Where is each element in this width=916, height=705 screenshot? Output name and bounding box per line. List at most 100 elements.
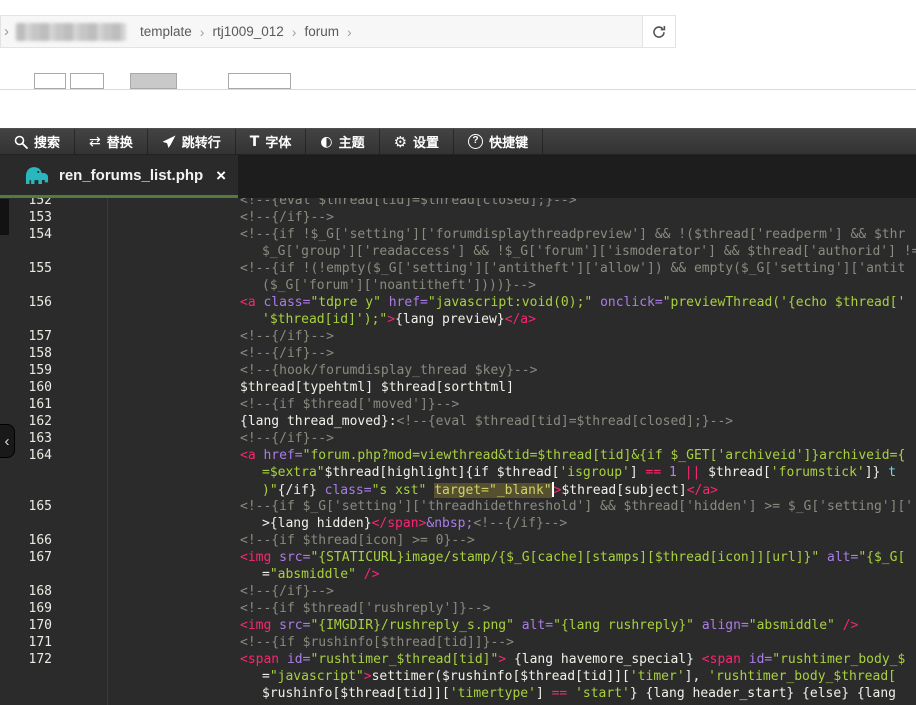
clipped-control[interactable] [130,73,177,89]
code-token: "rushtimer_body_$ [772,652,905,667]
toolbar-button-settings[interactable]: ⚙ 设置 [380,129,454,154]
code-token: <!--{if !$_G['setting']['forumdisplaythr… [240,227,905,242]
code-token [661,465,669,480]
code-token: <img [240,550,279,565]
code-token: {lang preview} [395,312,505,327]
editor-toolbar: 搜索 ⇄ 替换 跳转行 T 字体 ◐ 主题 ⚙ 设置 ? 快捷键 [0,128,916,155]
code-token: <!--{if $thread[icon] >= 0}--> [240,533,475,548]
code-editor[interactable]: 152<!--{eval $thread[tid]=$thread[closed… [0,198,916,705]
toolbar-button-search[interactable]: 搜索 [0,129,75,154]
tab-ren-forums-list[interactable]: ren_forums_list.php × [0,155,238,198]
toolbar-button-goto-line[interactable]: 跳转行 [148,129,236,154]
code-row: $_G['group']['readaccess'] && !$_G['foru… [0,244,916,261]
code-token: <span [240,652,287,667]
code-row: =$extra"$thread[highlight]{if $thread['i… [0,465,916,482]
code-token: <!--{hook/forumdisplay_thread $key}--> [240,363,537,378]
chevron-right-icon[interactable]: › [4,23,9,40]
code-row: ($_G['forum']['noantitheft'])))}--> [0,278,916,295]
code-token: href= [389,295,428,310]
code-text: <!--{/if}--> [240,431,334,446]
code-row: 159<!--{hook/forumdisplay_thread $key}--… [0,363,916,380]
code-text: {lang thread_moved}:<!--{eval $thread[ti… [240,414,733,429]
code-text: =$extra"$thread[highlight]{if $thread['i… [262,465,896,480]
toolbar-button-theme[interactable]: ◐ 主题 [306,129,379,154]
refresh-button[interactable] [642,16,675,47]
line-number: 171 [0,635,52,650]
clipped-control[interactable] [228,73,291,89]
code-token [835,618,843,633]
line-number: 157 [0,329,52,344]
close-icon[interactable]: × [216,167,226,184]
code-row: ="javascript">settimer($rushinfo[$thread… [0,669,916,686]
redacted-breadcrumb-item[interactable] [16,23,126,41]
code-token: {lang havemore_special} [506,652,702,667]
code-token: <!--{/if}--> [240,431,334,446]
page: › template › rtj1009_012 › forum › 搜索 ⇄ … [0,0,916,705]
code-token: "previewThread('{echo $thread[' [663,295,906,310]
code-text: <!--{/if}--> [240,346,334,361]
code-token: <a [240,295,263,310]
code-token: $_G['group']['readaccess'] && !$_G['foru… [262,244,916,259]
code-row: 155<!--{if !(!empty($_G['setting']['anti… [0,261,916,278]
code-token: = [262,669,270,684]
code-token [677,465,685,480]
clipped-control[interactable] [70,73,104,89]
code-row: 166 <!--{if $thread[icon] >= 0}--> [0,533,916,550]
goto-line-icon [162,135,176,149]
breadcrumb-item[interactable]: rtj1009_012 [212,24,283,39]
code-token: "{STATICURL}image/stamp/{$_G[cache][stam… [310,550,819,565]
code-row: 171 <!--{if $rushinfo[$thread[tid]]}--> [0,635,916,652]
clipped-control[interactable] [34,73,66,89]
code-text: <!--{if !$_G['setting']['forumdisplaythr… [240,227,905,242]
code-token: "{IMGDIR}/rushreply_s.png" [310,618,514,633]
code-token: ]} [865,465,888,480]
code-token: } {lang header_start} {else} {lang [630,686,896,701]
code-token: =$extra" [262,465,325,480]
toolbar-label: 快捷键 [489,132,528,151]
code-token: href= [263,448,302,463]
code-token: {/if} [278,483,325,498]
breadcrumb-separator: › [347,24,352,40]
breadcrumb-separator: › [292,24,297,40]
breadcrumb-item[interactable]: template [140,24,192,39]
code-token: 'forumstick' [771,465,865,480]
toolbar-label: 字体 [265,132,291,151]
line-number: 166 [0,533,52,548]
code-token: >{lang hidden} [262,516,372,531]
code-token [567,686,575,701]
editor-side-tab[interactable] [0,199,9,235]
code-text: <!--{if !(!empty($_G['setting']['antithe… [240,261,905,276]
code-token: &nbsp; [426,516,473,531]
code-text: <!--{/if}--> [240,584,334,599]
code-token: id= [749,652,772,667]
code-row: 160$thread[typehtml] $thread[sorthtml] [0,380,916,397]
code-text: <img src="{STATICURL}image/stamp/{$_G[ca… [240,550,905,565]
code-token: ] [630,465,646,480]
code-row: )"{/if} class="s xst" target="_blank">$t… [0,482,916,499]
code-token: > [498,652,506,667]
code-token: <!--{if $_G['setting']['threadhidethresh… [240,499,913,514]
code-token: onclick= [600,295,663,310]
code-text: <!--{if $rushinfo[$thread[tid]]}--> [240,635,514,650]
code-token: <a [240,448,263,463]
code-token: alt= [522,618,553,633]
toolbar-button-shortcuts[interactable]: ? 快捷键 [454,129,543,154]
toolbar-button-replace[interactable]: ⇄ 替换 [75,129,148,154]
line-number: 161 [0,397,52,412]
code-row: $rushinfo[$thread[tid]]['timertype'] == … [0,686,916,703]
toolbar-label: 替换 [107,132,133,151]
collapse-panel-button[interactable]: ‹ [0,424,15,458]
code-text: <a class="tdpre y" href="javascript:void… [240,295,905,310]
line-number: 160 [0,380,52,395]
code-text: <!--{if $thread['rushreply']}--> [240,601,490,616]
line-number: 170 [0,618,52,633]
breadcrumb-item[interactable]: forum [304,24,339,39]
code-token: <!--{/if}--> [240,346,334,361]
toolbar-button-font[interactable]: T 字体 [236,129,307,154]
code-token: <!--{if $thread['moved']}--> [240,397,459,412]
code-token: alt= [827,550,858,565]
code-token: "{lang rushreply}" [553,618,694,633]
code-text: <a href="forum.php?mod=viewthread&tid=$t… [240,448,905,463]
code-token [592,295,600,310]
toolbar-label: 搜索 [34,132,60,151]
